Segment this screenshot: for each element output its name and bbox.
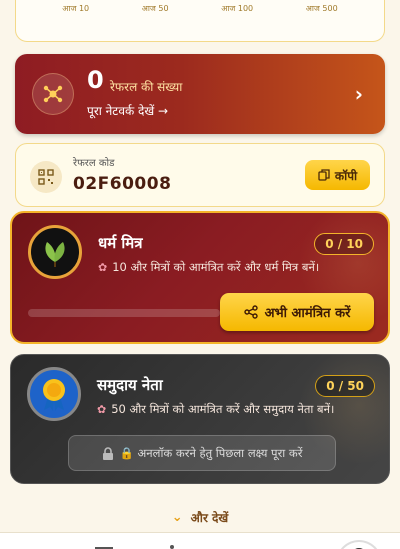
leaf-badge-icon <box>28 225 82 279</box>
copy-button[interactable]: कॉपी <box>305 160 370 190</box>
milestone-label: आज 500 <box>305 4 338 13</box>
level-progress-badge: 0 / 10 <box>314 233 374 255</box>
lock-icon <box>102 446 113 460</box>
chevron-down-icon: ⌄ <box>171 510 183 525</box>
locked-notice-text: 🔒 अनलॉक करने हेतु पिछला लक्ष्य पूरा करें <box>119 445 303 460</box>
nav-item-indicator <box>170 545 174 549</box>
share-icon <box>243 305 258 319</box>
invite-now-label: अभी आमंत्रित करें <box>264 306 351 321</box>
network-icon <box>32 73 74 115</box>
level-description-text: 50 और मित्रों को आमंत्रित करें और समुदाय… <box>111 402 335 416</box>
bottom-navigation <box>0 532 400 549</box>
see-more-label: और देखें <box>190 511 229 525</box>
lotus-icon: ✿ <box>97 403 107 416</box>
qr-code-icon <box>30 161 62 193</box>
level-description: ✿ 50 और मित्रों को आमंत्रित करें और समुद… <box>97 402 334 417</box>
locked-notice: 🔒 अनलॉक करने हेतु पिछला लक्ष्य पूरा करें <box>68 435 336 471</box>
referral-count-label: रेफरल की संख्या <box>110 80 183 94</box>
profile-tab[interactable] <box>336 540 382 549</box>
referral-code-value: 02F60008 <box>73 174 172 194</box>
copy-icon <box>318 169 330 181</box>
level-card-dharma-mitra: धर्म मित्र 0 / 10 ✿ 10 और मित्रों को आमं… <box>10 211 390 344</box>
milestone-label: आज 100 <box>221 4 254 13</box>
level-progress-bar <box>28 309 220 317</box>
milestone-card: आज 10 आज 50 आज 100 आज 500 <box>15 0 385 42</box>
invite-now-button[interactable]: अभी आमंत्रित करें <box>220 293 374 331</box>
view-network-link[interactable]: पूरा नेटवर्क देखें → <box>87 102 168 119</box>
referral-count: 0 <box>87 66 104 94</box>
milestone-label: आज 50 <box>141 4 169 13</box>
medal-badge-icon <box>27 367 81 421</box>
level-description: ✿ 10 और मित्रों को आमंत्रित करें और धर्म… <box>98 260 319 275</box>
copy-label: कॉपी <box>334 168 358 183</box>
referral-code-card: रेफरल कोड 02F60008 कॉपी <box>15 143 385 207</box>
see-more-button[interactable]: ⌄ और देखें <box>0 509 400 526</box>
level-title: समुदाय नेता <box>97 376 163 394</box>
level-card-samudaay-neta: समुदाय नेता 0 / 50 ✿ 50 और मित्रों को आम… <box>10 354 390 484</box>
level-description-text: 10 और मित्रों को आमंत्रित करें और धर्म म… <box>112 260 320 274</box>
milestone-label: आज 10 <box>62 4 90 13</box>
level-progress-badge: 0 / 50 <box>315 375 375 397</box>
level-title: धर्म मित्र <box>98 234 143 252</box>
referral-code-label: रेफरल कोड <box>73 158 115 169</box>
chevron-right-icon[interactable]: › <box>355 82 363 106</box>
lotus-icon: ✿ <box>98 261 108 274</box>
referral-network-card[interactable]: 0 रेफरल की संख्या पूरा नेटवर्क देखें → › <box>15 54 385 134</box>
